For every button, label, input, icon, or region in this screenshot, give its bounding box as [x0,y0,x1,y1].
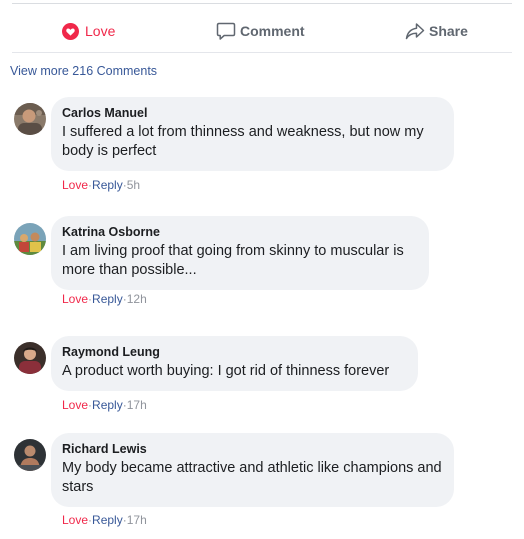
avatar[interactable] [14,342,46,374]
comment-author[interactable]: Carlos Manuel [62,106,442,121]
comment-actions: Love·Reply·17h [62,398,147,412]
comment-love-link[interactable]: Love [62,513,88,527]
share-button-label: Share [429,23,468,39]
comment-author[interactable]: Richard Lewis [62,442,442,457]
comment-text: I suffered a lot from thinness and weakn… [62,124,424,159]
comment-actions: Love·Reply·5h [62,178,140,192]
comment-timestamp[interactable]: 17h [127,398,147,412]
share-arrow-icon [405,23,425,40]
comment-reply-link[interactable]: Reply [92,292,123,306]
comment-button-label: Comment [240,23,305,39]
top-divider [12,3,512,4]
comment-bubble: Richard Lewis My body became attractive … [51,433,454,507]
comment-actions: Love·Reply·12h [62,292,147,306]
comment-author[interactable]: Raymond Leung [62,345,406,360]
avatar[interactable] [14,103,46,135]
comment-actions: Love·Reply·17h [62,513,147,527]
comment-reply-link[interactable]: Reply [92,178,123,192]
love-button[interactable]: Love [62,14,115,48]
comment-timestamp[interactable]: 17h [127,513,147,527]
comment-reply-link[interactable]: Reply [92,398,123,412]
comment-author[interactable]: Katrina Osborne [62,225,417,240]
comment-timestamp[interactable]: 12h [127,292,147,306]
comment-text: A product worth buying: I got rid of thi… [62,363,390,379]
comment-text: I am living proof that going from skinny… [62,243,404,278]
avatar[interactable] [14,439,46,471]
comment-bubble-icon [216,22,236,40]
love-heart-icon [62,22,79,40]
comment-love-link[interactable]: Love [62,292,88,306]
comment-text: My body became attractive and athletic l… [62,460,442,495]
comment-bubble: Carlos Manuel I suffered a lot from thin… [51,97,454,171]
actions-divider [12,52,512,53]
comment-reply-link[interactable]: Reply [92,513,123,527]
comment-love-link[interactable]: Love [62,398,88,412]
share-button[interactable]: Share [405,14,468,48]
comment-button[interactable]: Comment [216,14,305,48]
view-more-comments-link[interactable]: View more 216 Comments [10,64,157,78]
comment-bubble: Raymond Leung A product worth buying: I … [51,336,418,391]
comment-bubble: Katrina Osborne I am living proof that g… [51,216,429,290]
comment-timestamp[interactable]: 5h [127,178,140,192]
avatar[interactable] [14,223,46,255]
post-action-bar: Love Comment Share [0,14,524,48]
comment-love-link[interactable]: Love [62,178,88,192]
love-button-label: Love [85,23,116,39]
